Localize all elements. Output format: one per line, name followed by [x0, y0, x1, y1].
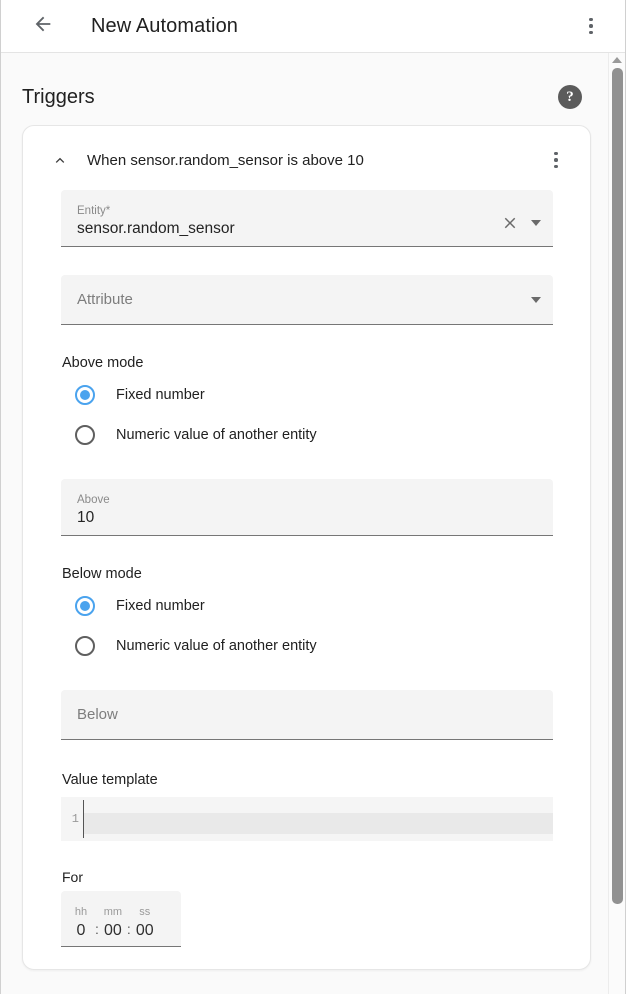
entity-field-inner: Entity* sensor.random_sensor: [77, 204, 501, 246]
above-mode-option-fixed-number[interactable]: Fixed number: [61, 385, 553, 405]
below-field[interactable]: Below: [61, 690, 553, 740]
gap-before-below-field: [61, 656, 553, 690]
above-field[interactable]: Above 10: [61, 479, 553, 536]
radio-unselected-icon[interactable]: [75, 425, 95, 445]
duration-separator: :: [91, 919, 103, 941]
duration-hours[interactable]: hh 0: [71, 905, 91, 941]
triggers-heading: Triggers: [22, 86, 95, 109]
attribute-field-placeholder: Attribute: [77, 291, 133, 308]
automation-editor-window: New Automation Triggers ?: [0, 0, 626, 994]
app-bar: New Automation: [1, 0, 625, 53]
trigger-card-header[interactable]: When sensor.random_sensor is above 10: [23, 126, 590, 190]
below-mode-option-fixed-number[interactable]: Fixed number: [61, 596, 553, 616]
attribute-field-actions: [531, 297, 541, 303]
editor-active-line-highlight: [84, 813, 553, 834]
scrollbar-thumb[interactable]: [612, 68, 623, 904]
editor-code-line[interactable]: [84, 797, 553, 841]
entity-field-label: Entity*: [77, 204, 501, 218]
more-vertical-icon: [554, 152, 558, 169]
duration-hours-caption: hh: [75, 905, 87, 920]
entity-field-value: sensor.random_sensor: [77, 218, 501, 239]
chevron-up-icon: [612, 57, 622, 63]
triggers-section-header: Triggers ?: [1, 53, 608, 109]
for-duration-label: For: [62, 869, 553, 885]
below-field-placeholder: Below: [77, 706, 118, 723]
close-icon[interactable]: [501, 214, 519, 232]
above-mode-option-label: Numeric value of another entity: [116, 427, 317, 443]
above-field-value: 10: [77, 507, 541, 528]
vertical-scrollbar[interactable]: [608, 53, 625, 994]
duration-seconds[interactable]: ss 00: [135, 905, 155, 941]
value-template-label: Value template: [62, 772, 553, 788]
above-field-inner: Above 10: [77, 493, 541, 535]
back-button[interactable]: [23, 6, 63, 46]
editor-line-number: 1: [61, 797, 83, 841]
chevron-up-icon[interactable]: [46, 146, 74, 174]
below-mode-option-label: Fixed number: [116, 598, 205, 614]
page-title: New Automation: [91, 15, 238, 38]
scrollbar-up-button[interactable]: [609, 53, 626, 66]
duration-separator: :: [123, 919, 135, 941]
trigger-card-body: Entity* sensor.random_sensor: [23, 190, 590, 947]
entity-field-actions: [501, 214, 541, 246]
above-mode-label: Above mode: [62, 355, 553, 371]
arrow-left-icon: [32, 13, 54, 40]
below-mode-option-entity-value[interactable]: Numeric value of another entity: [61, 636, 553, 656]
scroll-content: Triggers ? When sensor.random_sensor is …: [1, 53, 608, 994]
attribute-field[interactable]: Attribute: [61, 275, 553, 325]
help-icon[interactable]: ?: [558, 85, 582, 109]
gap-after-entity: [61, 247, 553, 275]
scrollbar-track[interactable]: [609, 66, 626, 994]
trigger-card: When sensor.random_sensor is above 10 En…: [22, 125, 591, 970]
chevron-down-icon[interactable]: [531, 297, 541, 303]
duration-minutes-caption: mm: [104, 905, 122, 920]
more-vertical-icon: [589, 18, 593, 35]
above-mode-option-label: Fixed number: [116, 387, 205, 403]
duration-seconds-caption: ss: [139, 905, 150, 920]
content-area: Triggers ? When sensor.random_sensor is …: [1, 53, 625, 994]
below-field-inner: Below: [77, 705, 541, 725]
value-template-editor[interactable]: 1: [61, 797, 553, 841]
duration-minutes[interactable]: mm 00: [103, 905, 123, 941]
duration-hours-value: 0: [77, 920, 86, 941]
gap-before-above-field: [61, 445, 553, 479]
trigger-overflow-button[interactable]: [536, 140, 576, 180]
entity-field[interactable]: Entity* sensor.random_sensor: [61, 190, 553, 247]
duration-minutes-value: 00: [104, 920, 122, 941]
duration-seconds-value: 00: [136, 920, 154, 941]
radio-unselected-icon[interactable]: [75, 636, 95, 656]
for-duration-input[interactable]: hh 0 : mm 00 : ss 00: [61, 891, 181, 947]
below-mode-label: Below mode: [62, 566, 553, 582]
radio-selected-icon[interactable]: [75, 385, 95, 405]
above-field-label: Above: [77, 493, 541, 507]
chevron-down-icon[interactable]: [531, 220, 541, 226]
above-mode-option-entity-value[interactable]: Numeric value of another entity: [61, 425, 553, 445]
appbar-overflow-button[interactable]: [571, 6, 611, 46]
below-mode-option-label: Numeric value of another entity: [116, 638, 317, 654]
attribute-field-inner: Attribute: [77, 290, 531, 310]
trigger-card-title: When sensor.random_sensor is above 10: [87, 152, 364, 169]
radio-selected-icon[interactable]: [75, 596, 95, 616]
